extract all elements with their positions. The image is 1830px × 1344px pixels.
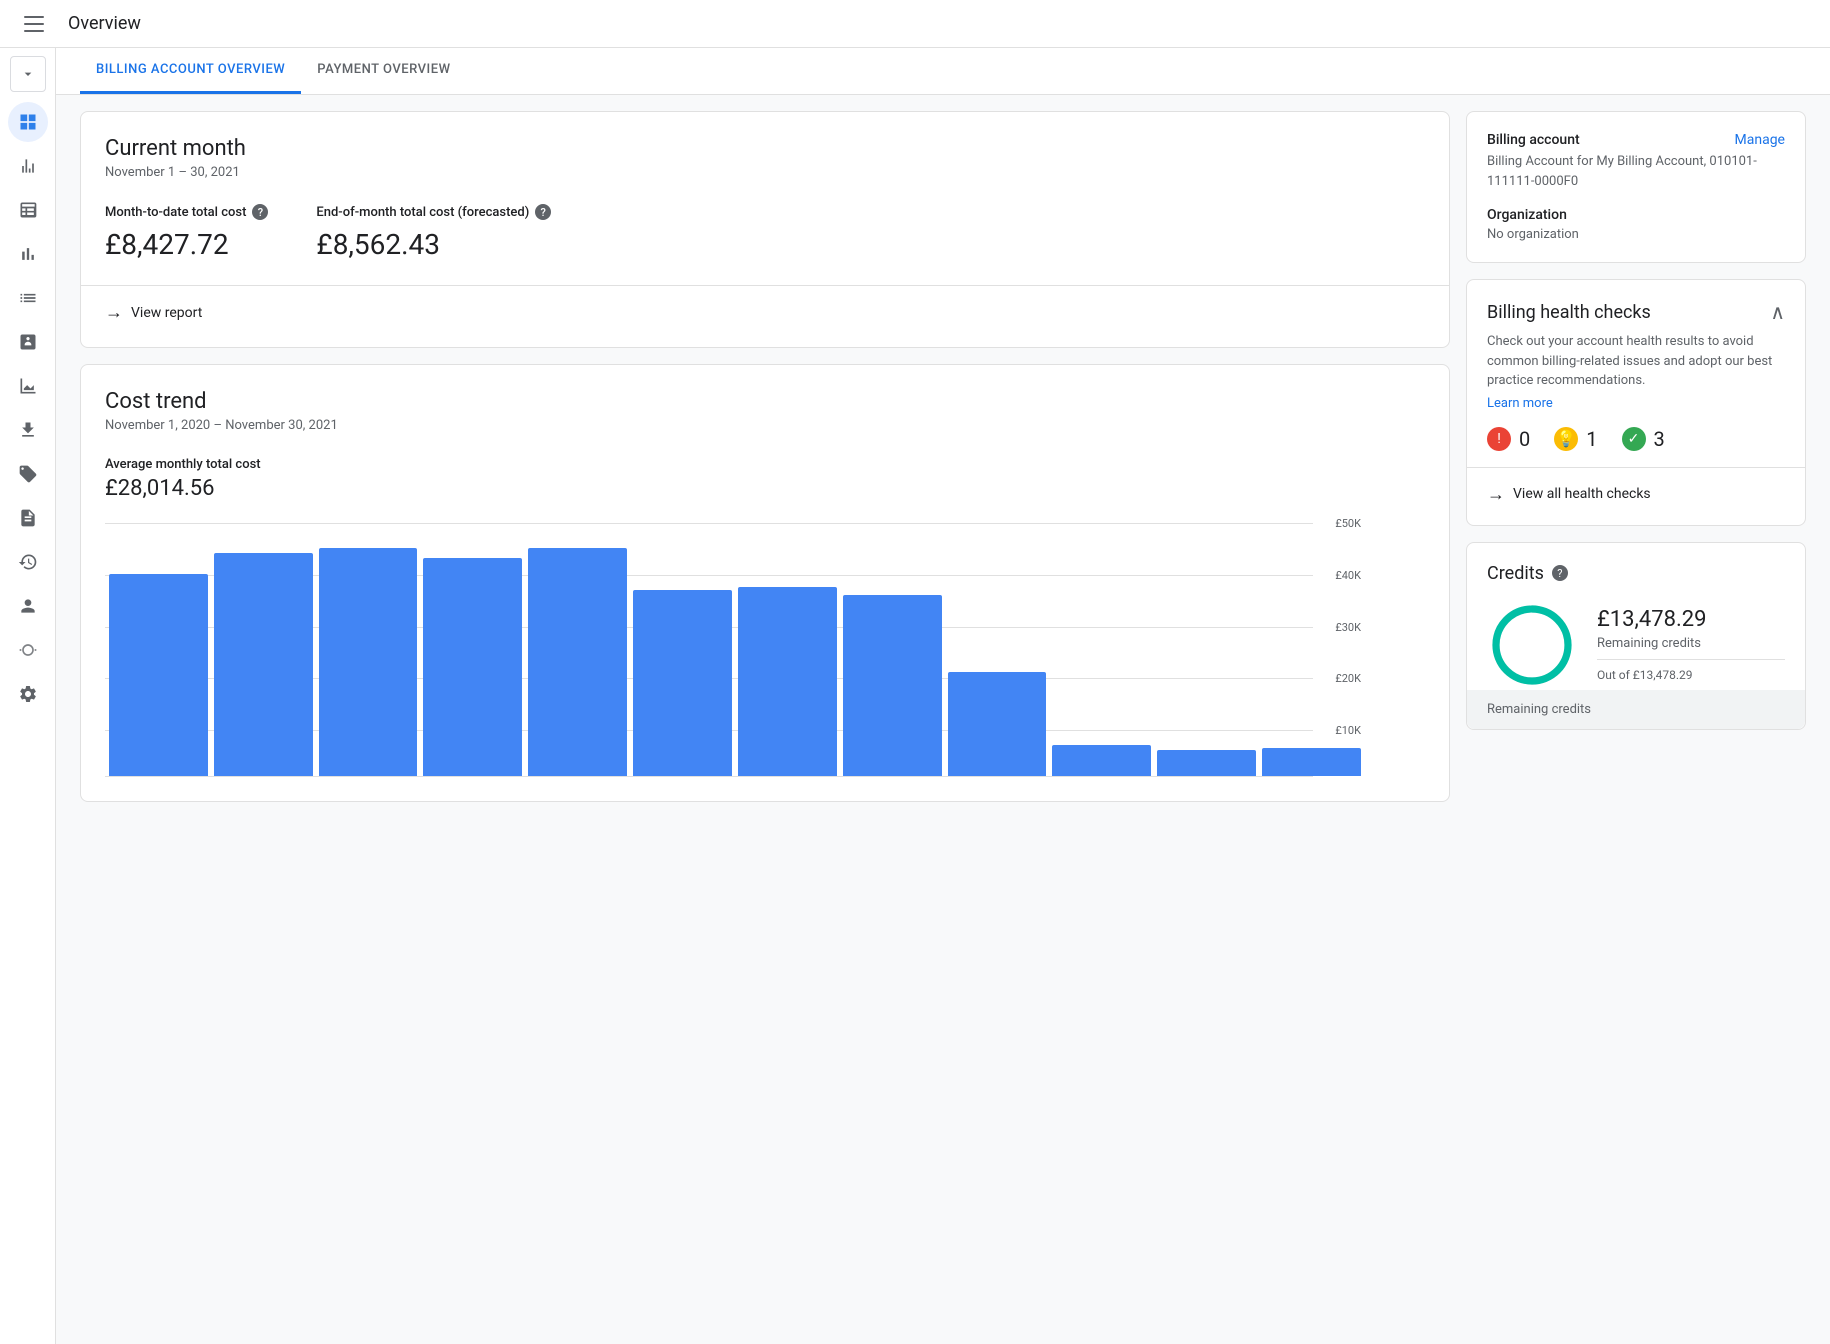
warning-count: 1 bbox=[1586, 427, 1597, 451]
bar bbox=[1052, 745, 1151, 776]
sidebar-item-reports[interactable] bbox=[8, 146, 48, 186]
credits-footer: Remaining credits bbox=[1467, 690, 1805, 729]
mtd-help-icon[interactable]: ? bbox=[252, 204, 268, 220]
mtd-cost: Month-to-date total cost ? £8,427.72 bbox=[105, 204, 268, 261]
cost-trend-title: Cost trend bbox=[105, 389, 1425, 414]
bar bbox=[1262, 748, 1361, 776]
sidebar-item-invoice[interactable] bbox=[8, 498, 48, 538]
bar bbox=[319, 548, 418, 776]
eom-value: £8,562.43 bbox=[316, 228, 551, 261]
chevron-up-icon[interactable]: ∧ bbox=[1770, 300, 1785, 324]
credits-out-of: Out of £13,478.29 bbox=[1597, 659, 1785, 682]
health-checks-card: Billing health checks ∧ Check out your a… bbox=[1466, 279, 1806, 526]
view-report-label: View report bbox=[131, 305, 202, 321]
avg-cost-label: Average monthly total cost bbox=[105, 457, 1425, 472]
sidebar-item-analytics[interactable] bbox=[8, 366, 48, 406]
cost-trend-date-range: November 1, 2020 – November 30, 2021 bbox=[105, 418, 1425, 433]
billing-account-title: Billing account bbox=[1487, 132, 1580, 148]
tab-payment-overview[interactable]: PAYMENT OVERVIEW bbox=[301, 48, 466, 94]
bar bbox=[1157, 750, 1256, 776]
tab-billing-account-overview[interactable]: BILLING ACCOUNT OVERVIEW bbox=[80, 48, 301, 94]
bars-container bbox=[105, 517, 1365, 776]
org-value: No organization bbox=[1487, 227, 1785, 242]
health-stats: ! 0 💡 1 ✓ 3 bbox=[1487, 427, 1785, 451]
sidebar-item-tags[interactable] bbox=[8, 454, 48, 494]
eom-cost: End-of-month total cost (forecasted) ? £… bbox=[316, 204, 551, 261]
bar bbox=[843, 595, 942, 776]
billing-account-description: Billing Account for My Billing Account, … bbox=[1487, 152, 1785, 191]
health-checks-title: Billing health checks bbox=[1487, 302, 1651, 323]
sidebar-item-percent[interactable] bbox=[8, 322, 48, 362]
view-all-arrow-icon: → bbox=[1487, 484, 1505, 505]
error-icon: ! bbox=[1487, 427, 1511, 451]
credits-help-icon[interactable]: ? bbox=[1552, 565, 1568, 581]
billing-account-manage-link[interactable]: Manage bbox=[1735, 132, 1785, 148]
eom-label: End-of-month total cost (forecasted) bbox=[316, 205, 529, 220]
org-label: Organization bbox=[1487, 207, 1785, 223]
bar bbox=[633, 590, 732, 776]
bar bbox=[738, 587, 837, 776]
bar bbox=[214, 553, 313, 776]
health-checks-description: Check out your account health results to… bbox=[1487, 332, 1785, 391]
mtd-label: Month-to-date total cost bbox=[105, 205, 246, 220]
view-all-label: View all health checks bbox=[1513, 486, 1651, 502]
sidebar-item-budgets[interactable] bbox=[8, 234, 48, 274]
sidebar-item-list[interactable] bbox=[8, 278, 48, 318]
error-stat: ! 0 bbox=[1487, 427, 1530, 451]
page-title: Overview bbox=[68, 13, 141, 34]
sidebar-item-settings[interactable] bbox=[8, 674, 48, 714]
credits-info: £13,478.29 Remaining credits Out of £13,… bbox=[1597, 607, 1785, 682]
current-month-title: Current month bbox=[105, 136, 1425, 161]
credits-donut-chart bbox=[1487, 600, 1577, 690]
sidebar-dropdown[interactable] bbox=[10, 56, 46, 92]
mtd-value: £8,427.72 bbox=[105, 228, 268, 261]
current-month-date-range: November 1 – 30, 2021 bbox=[105, 165, 1425, 180]
credits-amount: £13,478.29 bbox=[1597, 607, 1785, 632]
sidebar-item-commits[interactable] bbox=[8, 630, 48, 670]
warning-icon: 💡 bbox=[1554, 427, 1578, 451]
sidebar-item-user[interactable] bbox=[8, 586, 48, 626]
credits-remaining-label: Remaining credits bbox=[1597, 636, 1785, 651]
credits-footer-label: Remaining credits bbox=[1487, 702, 1591, 717]
arrow-right-icon: → bbox=[105, 302, 123, 323]
view-report-link[interactable]: → View report bbox=[105, 302, 1425, 323]
error-count: 0 bbox=[1519, 427, 1530, 451]
bar-chart: £50K £40K £30K bbox=[105, 517, 1425, 777]
current-month-card: Current month November 1 – 30, 2021 Mont… bbox=[80, 111, 1450, 348]
success-count: 3 bbox=[1654, 427, 1665, 451]
learn-more-link[interactable]: Learn more bbox=[1487, 396, 1553, 411]
bar bbox=[423, 558, 522, 776]
cost-trend-card: Cost trend November 1, 2020 – November 3… bbox=[80, 364, 1450, 802]
sidebar-item-export[interactable] bbox=[8, 410, 48, 450]
menu-icon[interactable] bbox=[16, 6, 52, 42]
bar bbox=[528, 548, 627, 776]
credits-card: Credits ? £1 bbox=[1466, 542, 1806, 730]
avg-cost-value: £28,014.56 bbox=[105, 476, 1425, 501]
success-icon: ✓ bbox=[1622, 427, 1646, 451]
sidebar-item-overview[interactable] bbox=[8, 102, 48, 142]
bar bbox=[109, 574, 208, 776]
eom-help-icon[interactable]: ? bbox=[535, 204, 551, 220]
sidebar-item-table[interactable] bbox=[8, 190, 48, 230]
bar bbox=[948, 672, 1047, 776]
success-stat: ✓ 3 bbox=[1622, 427, 1665, 451]
warning-stat: 💡 1 bbox=[1554, 427, 1597, 451]
billing-account-card: Billing account Manage Billing Account f… bbox=[1466, 111, 1806, 263]
view-all-health-checks-link[interactable]: → View all health checks bbox=[1487, 484, 1785, 505]
credits-title: Credits bbox=[1487, 563, 1544, 584]
sidebar-item-history[interactable] bbox=[8, 542, 48, 582]
